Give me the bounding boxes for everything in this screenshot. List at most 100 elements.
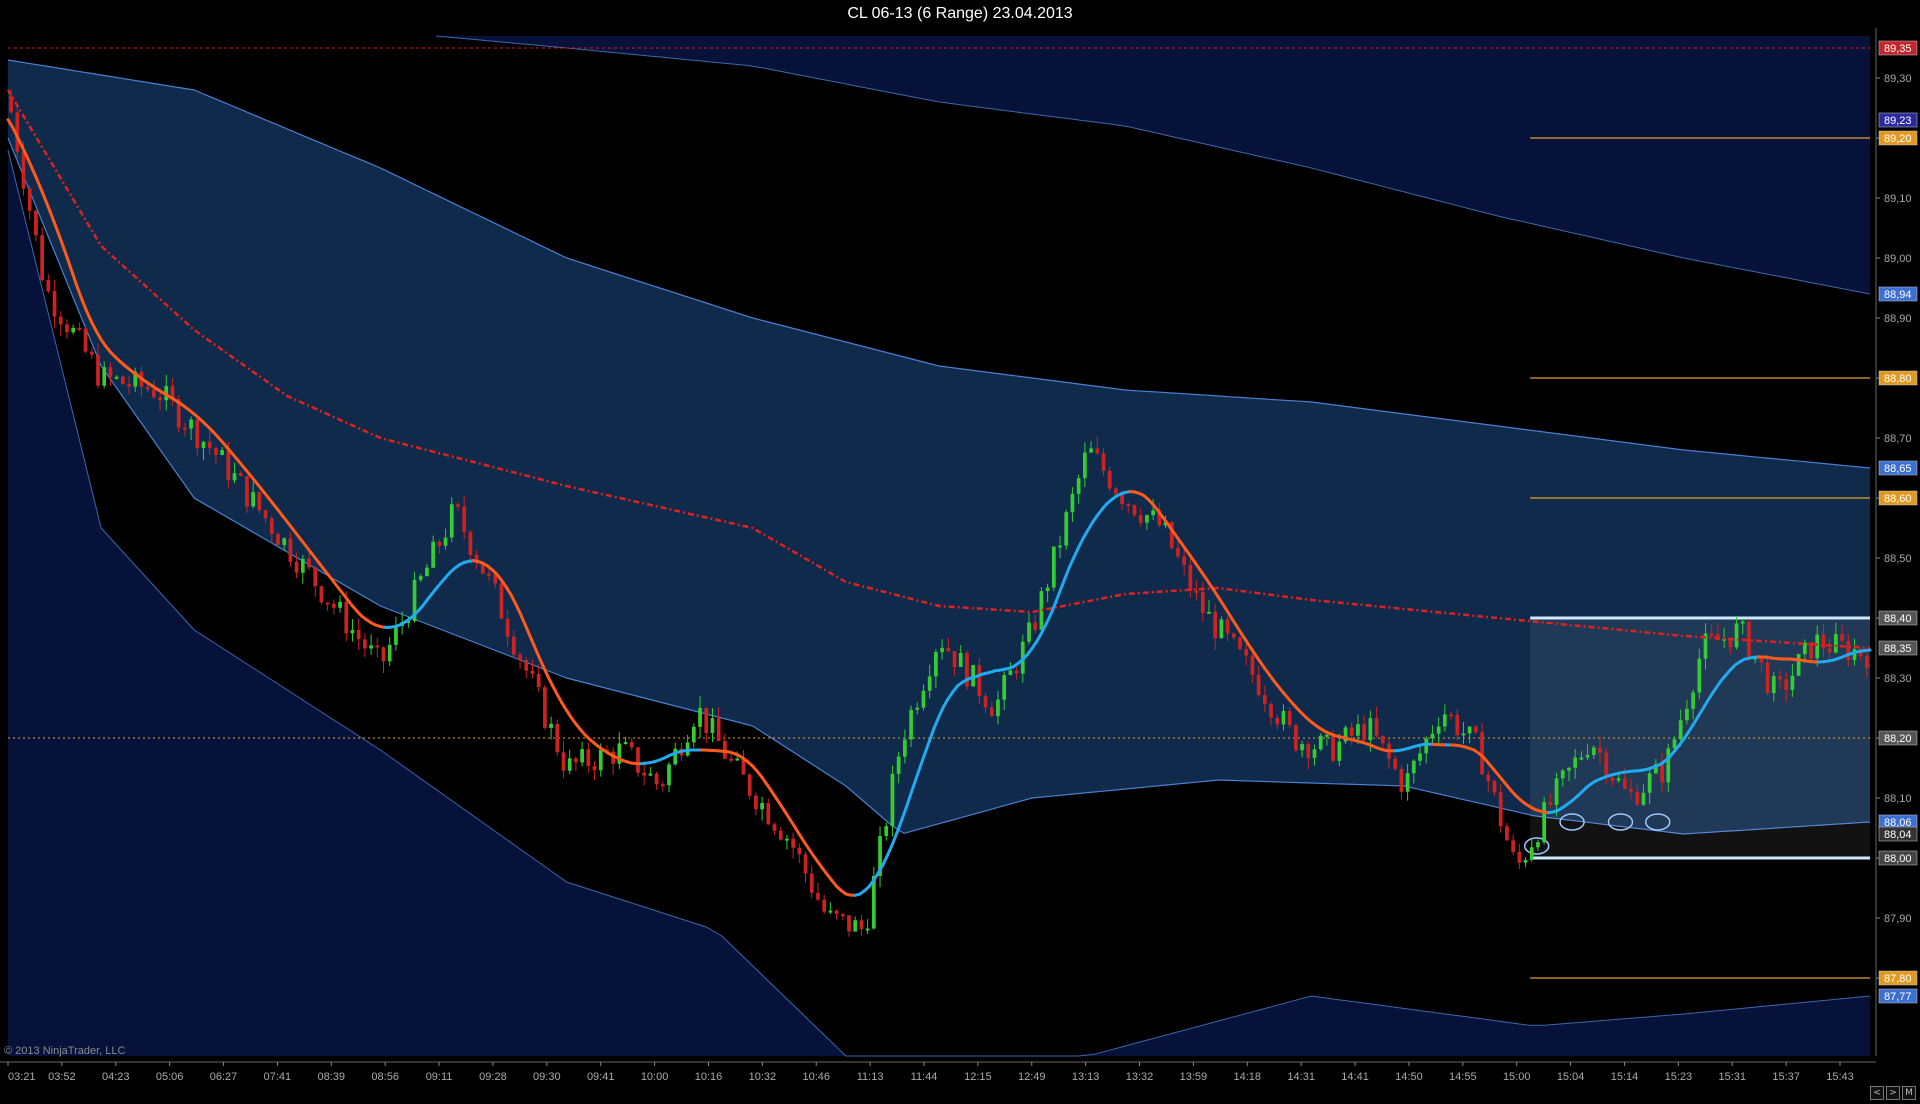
candle-body: [934, 652, 938, 677]
candle-body: [1151, 510, 1155, 516]
candle-body: [363, 639, 367, 649]
candle-body: [915, 707, 920, 710]
candle-body: [940, 647, 944, 653]
candle-body: [1182, 556, 1187, 565]
candle-body: [555, 723, 560, 753]
time-tick-label: 12:49: [1018, 1071, 1046, 1083]
candle-body: [195, 419, 200, 449]
time-tick-label: 09:41: [587, 1071, 615, 1083]
candle-body: [1610, 777, 1615, 781]
candle-body: [629, 742, 634, 748]
price-marker-label: 88,00: [1884, 853, 1912, 865]
candle-body: [40, 235, 44, 280]
time-tick-label: 13:59: [1180, 1071, 1208, 1083]
candle-body: [1356, 724, 1360, 736]
time-tick-label: 09:28: [479, 1071, 507, 1083]
candle-body: [1393, 758, 1398, 769]
candle-body: [747, 774, 752, 796]
candle-body: [1145, 515, 1149, 523]
candle-body: [1529, 847, 1534, 860]
candle-body: [865, 928, 870, 931]
candle-body: [903, 739, 907, 757]
candle-body: [1213, 611, 1218, 639]
candle-body: [1666, 748, 1671, 783]
candle-body: [1312, 749, 1317, 758]
candle-body: [1362, 724, 1367, 741]
candle-body: [207, 441, 212, 448]
candle-body: [1821, 634, 1826, 649]
candle-body: [1560, 770, 1565, 779]
candle-body: [586, 749, 591, 766]
candle-body: [89, 351, 94, 355]
candle-body: [1827, 648, 1832, 653]
candle-body: [1672, 739, 1677, 749]
candle-body: [226, 450, 231, 481]
candle-body: [1250, 655, 1255, 675]
candle-body: [46, 279, 51, 292]
candle-body: [1585, 754, 1590, 758]
candle-body: [859, 920, 864, 930]
candle-body: [1002, 675, 1007, 700]
candle-body: [1089, 448, 1093, 453]
candle-body: [276, 534, 280, 545]
time-tick-label: 14:50: [1395, 1071, 1423, 1083]
candle-body: [1498, 792, 1503, 827]
candle-body: [1176, 548, 1180, 557]
candle-body: [251, 492, 256, 507]
candle-body: [1635, 791, 1640, 805]
candle-body: [1685, 708, 1689, 721]
candle-body: [1337, 741, 1342, 761]
candle-body: [1567, 767, 1571, 771]
candle-body: [840, 914, 845, 917]
candle-body: [1778, 676, 1782, 680]
candle-body: [1461, 733, 1466, 736]
price-tick-label: 88,70: [1884, 433, 1912, 445]
candle-body: [127, 384, 131, 387]
time-tick-label: 08:39: [318, 1071, 346, 1083]
candle-body: [1548, 802, 1553, 805]
price-tick-label: 89,10: [1884, 193, 1912, 205]
price-marker-label: 88,35: [1884, 643, 1912, 655]
candle-body: [1027, 622, 1031, 642]
candle-body: [822, 899, 827, 912]
price-marker-label: 87,80: [1884, 973, 1912, 985]
time-tick-label: 13:13: [1072, 1071, 1100, 1083]
candle-body: [766, 803, 771, 825]
time-tick-label: 09:30: [533, 1071, 561, 1083]
price-chart[interactable]: 89,30 89,20 89,10 89,00 88,90 88,80 88,70 88,60…: [0, 28, 1920, 1104]
candle-body: [574, 758, 578, 763]
candle-body: [1492, 780, 1497, 793]
time-tick-label: 05:06: [156, 1071, 184, 1083]
candle-body: [518, 654, 522, 661]
candle-body: [667, 764, 671, 786]
candle-body: [1660, 764, 1664, 783]
candle-body: [1368, 718, 1373, 741]
candle-body: [1796, 654, 1801, 676]
candle-body: [443, 537, 448, 546]
candle-body: [1771, 676, 1776, 694]
candle-body: [431, 541, 436, 568]
candle-body: [791, 838, 796, 848]
candle-body: [723, 740, 727, 759]
candle-body: [1380, 735, 1385, 744]
candle-body: [654, 773, 659, 785]
candle-body: [269, 518, 274, 535]
candle-body: [580, 749, 584, 763]
candle-body: [1554, 778, 1559, 805]
candle-body: [418, 576, 423, 580]
scroll-left-button[interactable]: <: [1870, 1086, 1884, 1100]
time-tick-label: 11:44: [911, 1071, 938, 1083]
candle-body: [1405, 773, 1410, 792]
candle-body: [313, 567, 318, 587]
candle-body: [1374, 718, 1379, 736]
scroll-right-button[interactable]: >: [1886, 1086, 1900, 1100]
candle-body: [338, 601, 342, 608]
candle-body: [356, 630, 361, 640]
time-tick-label: 14:55: [1449, 1071, 1477, 1083]
candle-body: [1616, 778, 1621, 781]
time-tick-label: 15:23: [1665, 1071, 1693, 1083]
candle-body: [1306, 744, 1311, 758]
scroll-menu-button[interactable]: M: [1902, 1086, 1916, 1100]
candle-body: [909, 709, 913, 740]
price-marker-label: 88,60: [1884, 493, 1912, 505]
